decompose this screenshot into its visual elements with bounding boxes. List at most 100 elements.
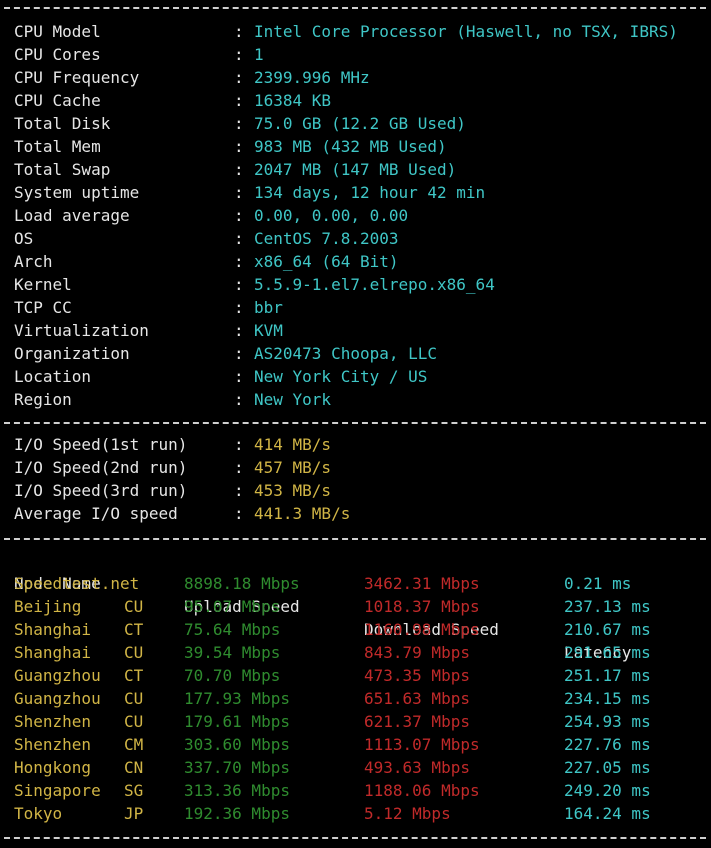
upload-speed: 192.36 Mbps: [184, 804, 290, 823]
upload-speed: 303.60 Mbps: [184, 735, 290, 754]
sysinfo-value: Intel Core Processor (Haswell, no TSX, I…: [254, 22, 678, 41]
sysinfo-value: New York City / US: [254, 367, 428, 386]
download-speed: 651.63 Mbps: [364, 689, 470, 708]
download-speed: 5.12 Mbps: [364, 804, 451, 823]
sysinfo-colon: :: [234, 45, 244, 64]
io-value: 453 MB/s: [254, 481, 332, 500]
node-isp-code: CU: [124, 643, 144, 662]
node-name: Tokyo: [14, 804, 63, 823]
sysinfo-value: 134 days, 12 hour 42 min: [254, 183, 486, 202]
sysinfo-colon: :: [234, 22, 244, 41]
sysinfo-value: 2399.996 MHz: [254, 68, 370, 87]
sysinfo-row: CPU Model: Intel Core Processor (Haswell,…: [0, 20, 711, 43]
sysinfo-value: 75.0 GB (12.2 GB Used): [254, 114, 466, 133]
node-isp-code: CU: [124, 689, 144, 708]
node-name: Beijing: [14, 597, 82, 616]
sysinfo-label: Virtualization: [14, 321, 149, 340]
sysinfo-row: CPU Cores:1: [0, 43, 711, 66]
sysinfo-label: Region: [14, 390, 72, 409]
sysinfo-label: Load average: [14, 206, 130, 225]
sysinfo-row: Arch: x86_64 (64 Bit): [0, 250, 711, 273]
sysinfo-value: 5.5.9-1.el7.elrepo.x86_64: [254, 275, 495, 294]
sysinfo-label: CPU Frequency: [14, 68, 140, 87]
sysinfo-value: New York: [254, 390, 332, 409]
node-name: Singapore: [14, 781, 101, 800]
divider-bottom: [4, 837, 706, 839]
sysinfo-label: Total Mem: [14, 137, 101, 156]
sysinfo-colon: :: [234, 298, 244, 317]
sysinfo-row: Virtualization: KVM: [0, 319, 711, 342]
io-colon: :: [234, 504, 244, 523]
sysinfo-value: 0.00, 0.00, 0.00: [254, 206, 409, 225]
sysinfo-label: Arch: [14, 252, 53, 271]
upload-speed: 177.93 Mbps: [184, 689, 290, 708]
divider-sys-io: [4, 422, 706, 424]
sysinfo-row: Total Mem:983 MB (432 MB Used): [0, 135, 711, 158]
node-name: Shanghai: [14, 643, 92, 662]
latency-value: 164.24 ms: [564, 804, 651, 823]
speedtest-row: Speedtest.net 8898.18 Mbps 3462.31 Mbps 0.2…: [0, 572, 711, 595]
node-isp-code: SG: [124, 781, 144, 800]
node-name: Shenzhen: [14, 735, 92, 754]
download-speed: 3462.31 Mbps: [364, 574, 480, 593]
sysinfo-colon: :: [234, 206, 244, 225]
speedtest-row: Tokyo JP 192.36 Mbps 5.12 Mbps 164.24 ms: [0, 802, 711, 825]
sysinfo-label: Location: [14, 367, 92, 386]
speedtest-row: Guangzhou CT 70.70 Mbps 473.35 Mbps 251.17 m…: [0, 664, 711, 687]
sysinfo-row: TCP CC: bbr: [0, 296, 711, 319]
speedtest-row: Shanghai CU 39.54 Mbps 843.79 Mbps 291.65 ms: [0, 641, 711, 664]
io-label: I/O Speed(2nd run): [14, 458, 188, 477]
download-speed: 1188.06 Mbps: [364, 781, 480, 800]
latency-value: 210.67 ms: [564, 620, 651, 639]
sysinfo-colon: :: [234, 183, 244, 202]
speedtest-row: Hongkong CN 337.70 Mbps 493.63 Mbps 227.05 m…: [0, 756, 711, 779]
download-speed: 1113.07 Mbps: [364, 735, 480, 754]
sysinfo-row: Total Swap:2047 MB (147 MB Used): [0, 158, 711, 181]
upload-speed: 337.70 Mbps: [184, 758, 290, 777]
speedtest-header-row: Node Name Upload Speed Download Speed La…: [0, 549, 711, 662]
latency-value: 291.65 ms: [564, 643, 651, 662]
io-label: Average I/O speed: [14, 504, 178, 523]
sysinfo-row: Organization: AS20473 Choopa, LLC: [0, 342, 711, 365]
download-speed: 493.63 Mbps: [364, 758, 470, 777]
sysinfo-label: TCP CC: [14, 298, 72, 317]
download-speed: 473.35 Mbps: [364, 666, 470, 685]
sysinfo-label: OS: [14, 229, 34, 248]
io-value: 441.3 MB/s: [254, 504, 351, 523]
sysinfo-value: bbr: [254, 298, 283, 317]
sysinfo-colon: :: [234, 229, 244, 248]
latency-value: 249.20 ms: [564, 781, 651, 800]
sysinfo-value: KVM: [254, 321, 283, 340]
sysinfo-value: CentOS 7.8.2003: [254, 229, 399, 248]
sysinfo-row: OS: CentOS 7.8.2003: [0, 227, 711, 250]
speedtest-row: Beijing CU 95.07 Mbps 1018.37 Mbps 237.13 ms: [0, 595, 711, 618]
node-isp-code: CU: [124, 597, 144, 616]
io-label: I/O Speed(1st run): [14, 435, 188, 454]
sysinfo-value: AS20473 Choopa, LLC: [254, 344, 438, 363]
sysinfo-label: Kernel: [14, 275, 72, 294]
io-label: I/O Speed(3rd run): [14, 481, 188, 500]
sysinfo-colon: :: [234, 321, 244, 340]
sysinfo-colon: :: [234, 160, 244, 179]
speedtest-row: Shenzhen CM 303.60 Mbps 1113.07 Mbps 227.76 …: [0, 733, 711, 756]
latency-value: 227.05 ms: [564, 758, 651, 777]
speedtest-row: Shenzhen CU 179.61 Mbps 621.37 Mbps 254.93 m…: [0, 710, 711, 733]
sysinfo-colon: :: [234, 137, 244, 156]
sysinfo-label: CPU Cache: [14, 91, 101, 110]
sysinfo-colon: :: [234, 91, 244, 110]
download-speed: 1160.98 Mbps: [364, 620, 480, 639]
latency-value: 251.17 ms: [564, 666, 651, 685]
sysinfo-row: Total Disk:75.0 GB (12.2 GB Used): [0, 112, 711, 135]
upload-speed: 75.64 Mbps: [184, 620, 281, 639]
node-isp-code: JP: [124, 804, 144, 823]
sysinfo-label: System uptime: [14, 183, 140, 202]
sysinfo-row: Kernel:5.5.9-1.el7.elrepo.x86_64: [0, 273, 711, 296]
sysinfo-label: Total Disk: [14, 114, 111, 133]
download-speed: 621.37 Mbps: [364, 712, 470, 731]
sysinfo-row: Region: New York: [0, 388, 711, 411]
speedtest-row: Singapore SG 313.36 Mbps 1188.06 Mbps 249.20…: [0, 779, 711, 802]
upload-speed: 179.61 Mbps: [184, 712, 290, 731]
io-row: I/O Speed(1st run):414 MB/s: [0, 433, 711, 456]
io-colon: :: [234, 481, 244, 500]
sysinfo-colon: :: [234, 390, 244, 409]
